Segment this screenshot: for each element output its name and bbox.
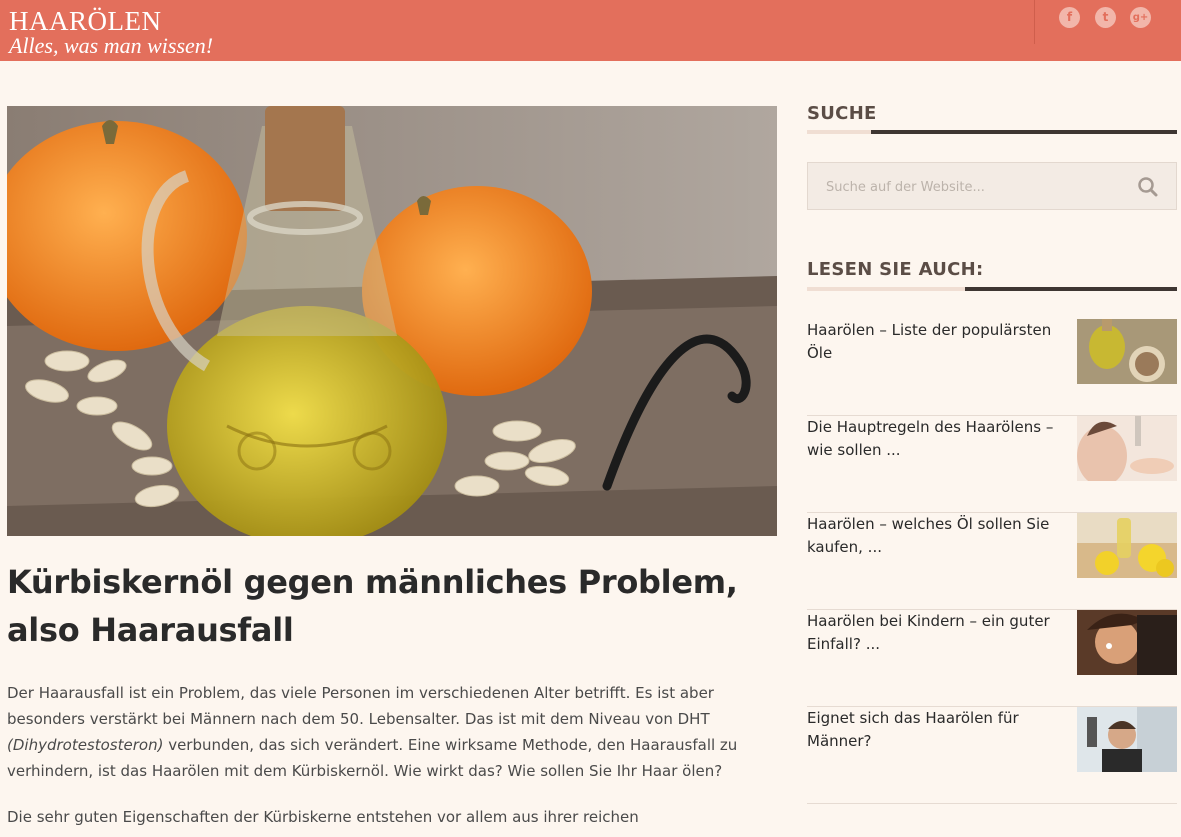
article-paragraph: Die sehr guten Eigenschaften der Kürbisk… [7,808,639,826]
article-title: Kürbiskernöl gegen männliches Problem, a… [7,563,738,649]
title-underline [807,130,871,134]
site-header: HAARÖLEN Alles, was man wissen! f t g+ [0,0,1181,61]
title-underline [871,130,1177,134]
related-post-title[interactable]: Haarölen – welches Öl sollen Sie kaufen,… [807,513,1062,559]
oil-and-seeds-thumbnail[interactable] [1077,319,1177,384]
header-divider [1034,0,1035,44]
pumpkin-seed-oil-bottle-image [7,106,777,536]
title-underline [807,287,965,291]
child-hair-thumbnail[interactable] [1077,610,1177,675]
paragraph-emphasis: (Dihydrotestosteron) [7,736,164,754]
google-plus-icon[interactable]: g+ [1130,7,1151,28]
paragraph-text: Der Haarausfall ist ein Problem, das vie… [7,684,714,728]
search-widget-title: SUCHE [807,103,877,124]
facebook-icon[interactable]: f [1059,7,1080,28]
search-form [807,162,1177,210]
search-input[interactable] [826,176,1126,198]
related-post-item[interactable]: Die Hauptregeln des Haarölens – wie soll… [807,416,1177,513]
article-paragraph: Der Haarausfall ist ein Problem, das vie… [7,680,777,784]
title-underline [965,287,1177,291]
related-widget-title: LESEN SIE AUCH: [807,259,984,280]
related-post-title[interactable]: Eignet sich das Haarölen für Männer? [807,707,1062,753]
related-post-item[interactable]: Haarölen – Liste der populärsten Öle [807,319,1177,416]
twitter-icon[interactable]: t [1095,7,1116,28]
barber-man-thumbnail[interactable] [1077,707,1177,772]
lemon-oil-thumbnail[interactable] [1077,513,1177,578]
related-post-title[interactable]: Die Hauptregeln des Haarölens – wie soll… [807,416,1062,462]
related-post-item[interactable]: Haarölen bei Kindern – ein guter Einfall… [807,610,1177,707]
related-post-item[interactable]: Haarölen – welches Öl sollen Sie kaufen,… [807,513,1177,610]
site-title[interactable]: HAARÖLEN [9,6,162,36]
related-post-item[interactable]: Eignet sich das Haarölen für Männer? [807,707,1177,804]
related-post-title[interactable]: Haarölen bei Kindern – ein guter Einfall… [807,610,1062,656]
related-post-title[interactable]: Haarölen – Liste der populärsten Öle [807,319,1062,365]
search-icon[interactable] [1136,175,1160,199]
site-tagline: Alles, was man wissen! [9,33,214,58]
oil-dropper-hand-thumbnail[interactable] [1077,416,1177,481]
